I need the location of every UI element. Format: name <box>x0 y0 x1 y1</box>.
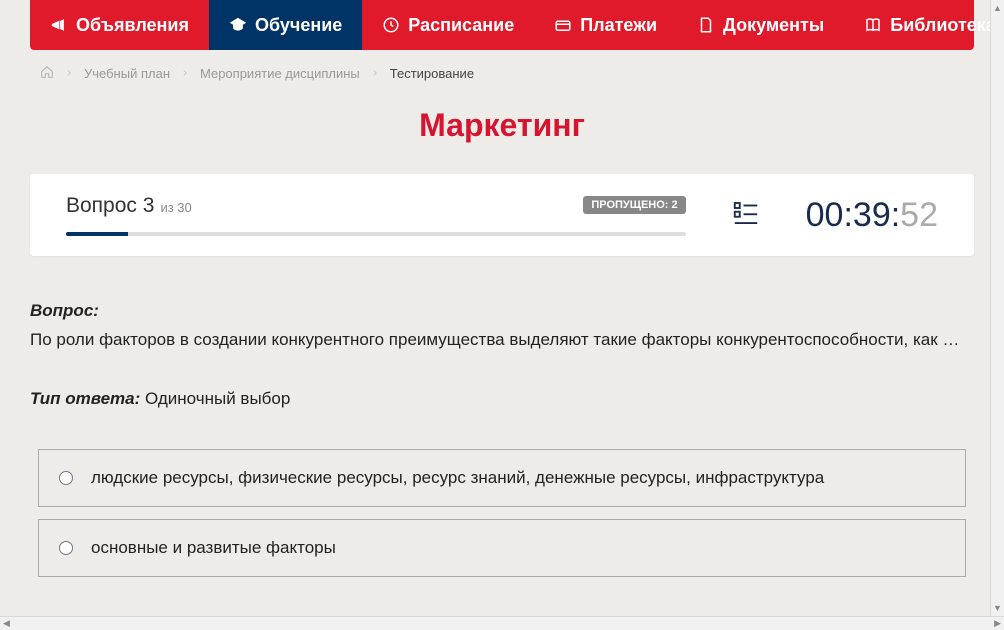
nav-announcements[interactable]: Объявления <box>30 0 209 50</box>
breadcrumb-item-event[interactable]: Мероприятие дисциплины <box>200 66 360 81</box>
nav-label: Обучение <box>255 15 342 36</box>
answer-type-value: Одиночный выбор <box>145 389 290 408</box>
scroll-up-arrow[interactable]: ▲ <box>993 3 1002 13</box>
nav-label: Расписание <box>408 15 514 36</box>
question-number: Вопрос 3 <box>66 194 154 218</box>
breadcrumb-current: Тестирование <box>390 66 474 81</box>
card-icon <box>554 16 572 34</box>
progress-fill <box>66 232 128 236</box>
breadcrumb-item-plan[interactable]: Учебный план <box>84 66 170 81</box>
graduation-icon <box>229 16 247 34</box>
clock-icon <box>382 16 400 34</box>
horizontal-scrollbar[interactable]: ◀ ▶ <box>0 616 1004 630</box>
scroll-left-arrow[interactable]: ◀ <box>3 618 10 629</box>
nav-label: Библиотека <box>890 15 996 36</box>
nav-label: Документы <box>723 15 824 36</box>
main-nav: Объявления Обучение Расписание Платежи Д… <box>30 0 974 50</box>
question-list-toggle[interactable] <box>731 198 761 233</box>
nav-library[interactable]: Библиотека <box>844 0 1004 50</box>
timer: 00:39:52 <box>806 196 938 235</box>
question-panel: Вопрос 3 из 30 ПРОПУЩЕНО: 2 00:39:52 <box>30 174 974 256</box>
megaphone-icon <box>50 16 68 34</box>
options-list: людские ресурсы, физические ресурсы, рес… <box>30 449 974 577</box>
nav-education[interactable]: Обучение <box>209 0 362 50</box>
timer-sec: 52 <box>900 196 938 234</box>
page-title: Маркетинг <box>30 107 974 144</box>
chevron-right-icon <box>180 66 190 81</box>
answer-type-row: Тип ответа: Одиночный выбор <box>30 389 974 409</box>
nav-documents[interactable]: Документы <box>677 0 844 50</box>
option-item[interactable]: людские ресурсы, физические ресурсы, рес… <box>38 449 966 507</box>
doc-icon <box>697 16 715 34</box>
timer-main: 00:39: <box>806 196 901 234</box>
scroll-right-arrow[interactable]: ▶ <box>994 618 1001 629</box>
chevron-right-icon <box>370 66 380 81</box>
vertical-scrollbar[interactable]: ▲ ▼ <box>990 0 1004 616</box>
question-text: По роли факторов в создании конкурентног… <box>30 327 974 353</box>
nav-schedule[interactable]: Расписание <box>362 0 534 50</box>
breadcrumb: Учебный план Мероприятие дисциплины Тест… <box>30 50 974 97</box>
chevron-right-icon <box>64 66 74 81</box>
skipped-badge: ПРОПУЩЕНО: 2 <box>583 196 685 214</box>
book-icon <box>864 16 882 34</box>
scroll-down-arrow[interactable]: ▼ <box>993 603 1002 613</box>
question-body: Вопрос: По роли факторов в создании конк… <box>30 301 974 409</box>
nav-label: Платежи <box>580 15 657 36</box>
home-icon[interactable] <box>40 65 54 82</box>
answer-type-label: Тип ответа: <box>30 389 140 408</box>
progress-bar <box>66 232 686 236</box>
nav-payments[interactable]: Платежи <box>534 0 677 50</box>
option-radio[interactable] <box>59 541 73 555</box>
option-item[interactable]: основные и развитые факторы <box>38 519 966 577</box>
option-text: основные и развитые факторы <box>91 538 336 558</box>
option-radio[interactable] <box>59 471 73 485</box>
nav-label: Объявления <box>76 15 189 36</box>
question-total: из 30 <box>160 200 191 215</box>
option-text: людские ресурсы, физические ресурсы, рес… <box>91 468 824 488</box>
question-label: Вопрос: <box>30 301 974 321</box>
